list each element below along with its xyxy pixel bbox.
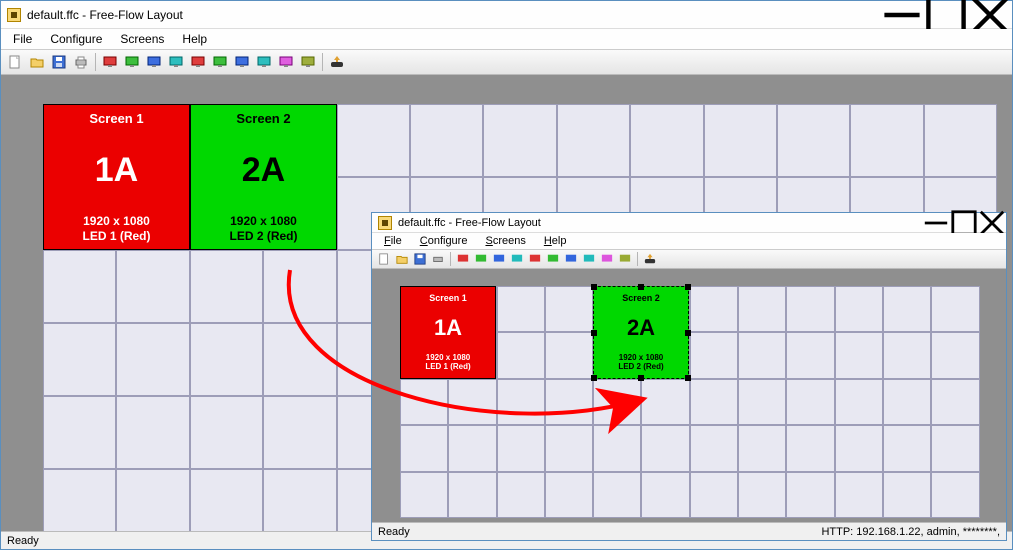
screen-1-name: Screen 1 <box>429 293 467 303</box>
screen-2-res: 1920 x 1080 <box>618 353 663 363</box>
status-text-right: HTTP: 192.168.1.22, admin, ********, <box>821 526 1000 538</box>
status-text-left: Ready <box>378 526 410 538</box>
monitor-4-icon[interactable] <box>509 251 525 267</box>
menu-screens[interactable]: Screens <box>477 233 533 249</box>
menu-configure[interactable]: Configure <box>412 233 476 249</box>
new-icon[interactable] <box>5 52 25 72</box>
menu-file[interactable]: File <box>5 30 40 48</box>
app-icon <box>378 216 392 230</box>
screen-2-label: 2A <box>627 315 655 341</box>
resize-handle-n[interactable] <box>638 284 644 290</box>
screen-1-label: 1A <box>434 315 462 341</box>
resize-handle-nw[interactable] <box>591 284 597 290</box>
monitor-8-icon[interactable] <box>581 251 597 267</box>
toolbar <box>372 249 1006 269</box>
monitor-7-icon[interactable] <box>232 52 252 72</box>
minimize-button[interactable] <box>922 213 950 232</box>
screen-1-name: Screen 1 <box>89 111 143 126</box>
titlebar[interactable]: default.ffc - Free-Flow Layout <box>372 213 1006 233</box>
monitor-5-icon[interactable] <box>527 251 543 267</box>
secondary-window: default.ffc - Free-Flow Layout File Conf… <box>371 212 1007 541</box>
screen-1-res: 1920 x 1080 <box>82 214 150 228</box>
send-icon[interactable] <box>642 251 658 267</box>
statusbar: Ready HTTP: 192.168.1.22, admin, *******… <box>372 522 1006 540</box>
screen-2-led: LED 2 (Red) <box>229 229 297 243</box>
menu-help[interactable]: Help <box>536 233 575 249</box>
screen-2-res: 1920 x 1080 <box>229 214 297 228</box>
menubar: File Configure Screens Help <box>372 233 1006 249</box>
screen-1-tile[interactable]: Screen 1 1A 1920 x 1080 LED 1 (Red) <box>400 286 496 379</box>
monitor-5-icon[interactable] <box>188 52 208 72</box>
menu-configure[interactable]: Configure <box>42 30 110 48</box>
open-icon[interactable] <box>27 52 47 72</box>
screen-1-led: LED 1 (Red) <box>82 229 150 243</box>
resize-handle-ne[interactable] <box>685 284 691 290</box>
monitor-6-icon[interactable] <box>210 52 230 72</box>
minimize-button[interactable] <box>880 1 924 28</box>
close-button[interactable] <box>978 213 1006 232</box>
resize-handle-sw[interactable] <box>591 375 597 381</box>
menu-screens[interactable]: Screens <box>112 30 172 48</box>
maximize-button[interactable] <box>924 1 968 28</box>
screen-1-tile[interactable]: Screen 1 1A 1920 x 1080 LED 1 (Red) <box>43 104 190 250</box>
resize-handle-w[interactable] <box>591 330 597 336</box>
menu-help[interactable]: Help <box>174 30 215 48</box>
send-icon[interactable] <box>327 52 347 72</box>
monitor-4-icon[interactable] <box>166 52 186 72</box>
status-text: Ready <box>7 535 39 547</box>
screen-2-name: Screen 2 <box>622 293 660 303</box>
screen-2-label: 2A <box>242 151 285 190</box>
resize-handle-s[interactable] <box>638 375 644 381</box>
close-button[interactable] <box>968 1 1012 28</box>
monitor-2-icon[interactable] <box>122 52 142 72</box>
titlebar[interactable]: default.ffc - Free-Flow Layout <box>1 1 1012 29</box>
monitor-10-icon[interactable] <box>617 251 633 267</box>
resize-handle-e[interactable] <box>685 330 691 336</box>
window-title: default.ffc - Free-Flow Layout <box>398 217 541 229</box>
print-icon[interactable] <box>430 251 446 267</box>
monitor-6-icon[interactable] <box>545 251 561 267</box>
menubar: File Configure Screens Help <box>1 29 1012 49</box>
screen-2-tile[interactable]: Screen 2 2A 1920 x 1080 LED 2 (Red) <box>593 286 689 379</box>
resize-handle-se[interactable] <box>685 375 691 381</box>
monitor-9-icon[interactable] <box>599 251 615 267</box>
monitor-9-icon[interactable] <box>276 52 296 72</box>
screen-2-led: LED 2 (Red) <box>618 362 663 372</box>
new-icon[interactable] <box>376 251 392 267</box>
screen-1-res: 1920 x 1080 <box>425 353 470 363</box>
monitor-2-icon[interactable] <box>473 251 489 267</box>
screen-2-name: Screen 2 <box>236 111 290 126</box>
monitor-8-icon[interactable] <box>254 52 274 72</box>
maximize-button[interactable] <box>950 213 978 232</box>
monitor-1-icon[interactable] <box>455 251 471 267</box>
monitor-10-icon[interactable] <box>298 52 318 72</box>
save-icon[interactable] <box>49 52 69 72</box>
monitor-3-icon[interactable] <box>144 52 164 72</box>
open-icon[interactable] <box>394 251 410 267</box>
save-icon[interactable] <box>412 251 428 267</box>
menu-file[interactable]: File <box>376 233 410 249</box>
screen-1-label: 1A <box>95 151 138 190</box>
monitor-1-icon[interactable] <box>100 52 120 72</box>
screen-2-tile[interactable]: Screen 2 2A 1920 x 1080 LED 2 (Red) <box>190 104 337 250</box>
print-icon[interactable] <box>71 52 91 72</box>
app-icon <box>7 8 21 22</box>
monitor-7-icon[interactable] <box>563 251 579 267</box>
screen-1-led: LED 1 (Red) <box>425 362 470 372</box>
monitor-3-icon[interactable] <box>491 251 507 267</box>
window-title: default.ffc - Free-Flow Layout <box>27 8 183 22</box>
work-area[interactable]: Screen 1 1A 1920 x 1080 LED 1 (Red) Scre… <box>372 269 1006 522</box>
toolbar <box>1 49 1012 75</box>
